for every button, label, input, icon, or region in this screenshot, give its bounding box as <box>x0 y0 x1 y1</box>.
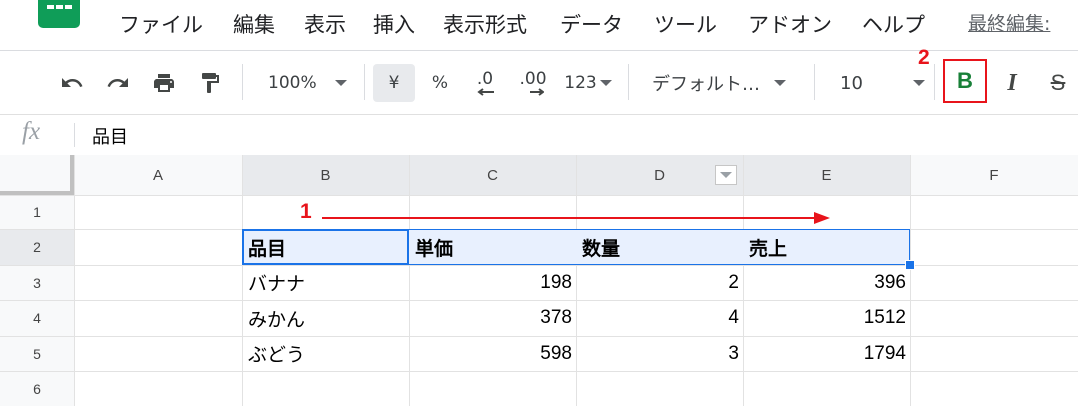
strikethrough-button[interactable]: S <box>1040 64 1076 102</box>
cell-c3[interactable]: 198 <box>409 265 572 300</box>
font-size-value: 10 <box>840 72 863 94</box>
arrow-left-icon <box>477 88 494 96</box>
cell-b3[interactable]: バナナ <box>248 265 305 300</box>
toolbar-divider <box>934 64 935 100</box>
sheets-logo-icon[interactable] <box>38 0 80 28</box>
redo-icon <box>107 78 128 87</box>
font-family-value: デフォルト… <box>652 74 760 95</box>
row-header-5[interactable]: 5 <box>0 336 74 371</box>
undo-icon <box>62 78 83 87</box>
menu-data[interactable]: データ <box>560 11 623 39</box>
bold-icon: B <box>957 68 973 93</box>
chevron-down-icon <box>720 172 732 178</box>
print-button[interactable] <box>146 64 182 102</box>
formula-divider <box>74 123 75 147</box>
menu-bar: ファイル 編集 表示 挿入 表示形式 データ ツール アドオン ヘルプ 最終編集… <box>0 0 1078 50</box>
zoom-value: 100% <box>268 73 317 93</box>
zoom-select[interactable]: 100% <box>256 64 356 102</box>
decrease-decimal-label: .0 <box>476 69 494 89</box>
column-header-b[interactable]: B <box>242 155 409 195</box>
menu-help[interactable]: ヘルプ <box>862 11 925 39</box>
column-header-a[interactable]: A <box>74 155 242 195</box>
chevron-down-icon <box>912 80 925 86</box>
italic-icon: I <box>1007 69 1017 96</box>
redo-button[interactable] <box>100 64 136 102</box>
cell-e3[interactable]: 396 <box>743 265 906 300</box>
grid-line <box>0 371 1078 372</box>
row-header-1[interactable]: 1 <box>0 195 74 229</box>
chevron-down-icon <box>599 80 612 86</box>
menu-divider <box>0 50 1078 51</box>
column-header-f[interactable]: F <box>910 155 1078 195</box>
undo-button[interactable] <box>54 64 90 102</box>
menu-insert[interactable]: 挿入 <box>373 11 415 39</box>
annotation-step-2: 2 <box>918 46 930 69</box>
italic-button[interactable]: I <box>994 64 1030 102</box>
currency-symbol: ¥ <box>388 73 400 93</box>
annotation-step-1: 1 <box>300 200 312 223</box>
cell-e4[interactable]: 1512 <box>743 300 906 336</box>
row-header-4[interactable]: 4 <box>0 300 74 336</box>
arrow-right-icon <box>530 88 544 96</box>
cell-c4[interactable]: 378 <box>409 300 572 336</box>
column-menu-button[interactable] <box>715 165 737 185</box>
menu-view[interactable]: 表示 <box>304 11 346 39</box>
strikethrough-icon: S <box>1050 70 1066 95</box>
toolbar-divider <box>814 64 815 100</box>
toolbar-divider <box>364 64 365 100</box>
cell-c5[interactable]: 598 <box>409 336 572 371</box>
bold-button[interactable]: B <box>946 62 984 100</box>
cell-e2[interactable]: 売上 <box>749 229 787 265</box>
formula-bar: fx 品目 <box>0 114 1078 156</box>
chevron-down-icon <box>774 80 786 86</box>
cell-e5[interactable]: 1794 <box>743 336 906 371</box>
print-icon <box>154 74 174 92</box>
fill-handle[interactable] <box>905 260 915 270</box>
grid-line <box>0 195 1078 196</box>
chevron-down-icon <box>334 80 347 86</box>
fx-icon: fx <box>22 118 41 145</box>
column-header-c[interactable]: C <box>409 155 576 195</box>
paint-format-button[interactable] <box>192 64 228 102</box>
toolbar-divider <box>628 64 629 100</box>
menu-addons[interactable]: アドオン <box>748 11 832 39</box>
menu-format[interactable]: 表示形式 <box>443 11 527 39</box>
percent-symbol: % <box>431 73 449 93</box>
cell-d4[interactable]: 4 <box>576 300 739 336</box>
row-header-2[interactable]: 2 <box>0 229 74 265</box>
more-formats-button[interactable]: 123 <box>560 64 616 102</box>
font-family-select[interactable]: デフォルト… <box>642 64 806 102</box>
cell-b4[interactable]: みかん <box>248 300 305 336</box>
menu-tools[interactable]: ツール <box>654 11 717 39</box>
paint-format-icon <box>202 73 219 93</box>
column-header-e[interactable]: E <box>743 155 910 195</box>
cell-d3[interactable]: 2 <box>576 265 739 300</box>
menu-file[interactable]: ファイル <box>119 11 203 39</box>
formula-input[interactable]: 品目 <box>92 123 128 149</box>
percent-format-button[interactable]: % <box>422 64 458 102</box>
row-header-6[interactable]: 6 <box>0 371 74 406</box>
cell-c2[interactable]: 単価 <box>415 229 453 265</box>
cell-d2[interactable]: 数量 <box>582 229 620 265</box>
increase-decimal-label: .00 <box>519 69 547 89</box>
currency-format-button[interactable]: ¥ <box>373 64 415 102</box>
annotation-arrow-icon <box>322 212 830 224</box>
row-header-3[interactable]: 3 <box>0 265 74 300</box>
increase-decimal-button[interactable]: .00 <box>512 64 554 102</box>
toolbar-divider <box>242 64 243 100</box>
cell-b5[interactable]: ぶどう <box>248 336 305 371</box>
more-formats-label: 123 <box>564 73 597 93</box>
menu-edit[interactable]: 編集 <box>233 11 275 39</box>
cell-d5[interactable]: 3 <box>576 336 739 371</box>
decrease-decimal-button[interactable]: .0 <box>466 64 504 102</box>
cell-b2[interactable]: 品目 <box>248 229 286 265</box>
font-size-select[interactable]: 10 <box>826 64 930 102</box>
last-edit-link[interactable]: 最終編集: <box>968 9 1050 36</box>
